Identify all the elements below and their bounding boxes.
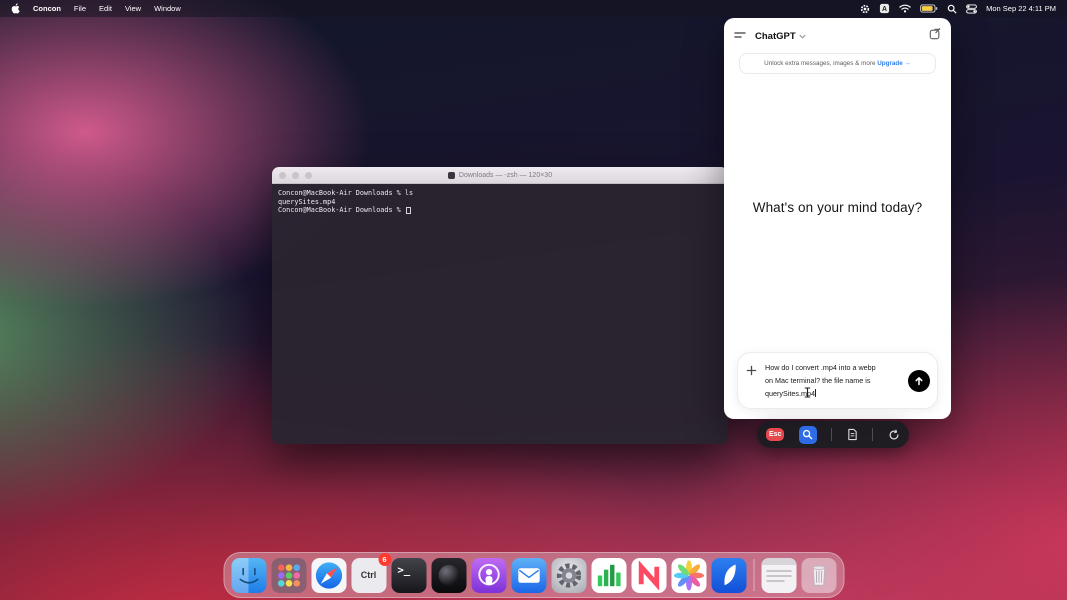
mail-icon xyxy=(511,557,546,593)
dock-item-photos[interactable] xyxy=(670,557,707,594)
desktop: Concon File Edit View Window A Mon Sep 2… xyxy=(0,0,1067,600)
dock-item-minimized-window[interactable] xyxy=(760,557,797,594)
upgrade-banner-text: Unlock extra messages, images & more xyxy=(764,60,876,67)
menu-edit[interactable]: Edit xyxy=(99,4,112,13)
podcasts-icon xyxy=(471,557,506,593)
dock-item-news[interactable] xyxy=(630,557,667,594)
search-icon xyxy=(803,429,813,440)
launchpad-icon xyxy=(271,557,306,593)
dock-item-ctrl-app[interactable]: Ctrl 6 xyxy=(350,552,391,594)
menu-window[interactable]: Window xyxy=(154,4,181,13)
menu-bar: Concon File Edit View Window A Mon Sep 2… xyxy=(0,0,1067,17)
terminal-line: querySites.mp4 xyxy=(278,197,336,206)
toolbar-divider xyxy=(872,428,874,441)
dock-item-launchpad[interactable] xyxy=(270,557,307,594)
dock-separator xyxy=(753,559,754,591)
news-icon xyxy=(631,557,666,593)
dock-item-terminal[interactable]: >_ xyxy=(390,557,427,594)
send-button[interactable] xyxy=(908,369,930,392)
control-center-icon[interactable] xyxy=(966,3,977,14)
dock-item-sphere-app[interactable] xyxy=(430,557,467,594)
menu-view[interactable]: View xyxy=(125,4,141,13)
gear-menu-icon[interactable] xyxy=(860,4,870,14)
document-icon xyxy=(848,428,857,441)
terminal-title: Downloads — -zsh — 120×30 xyxy=(272,171,728,179)
redo-tool-button[interactable] xyxy=(888,429,900,441)
dock-item-drafts[interactable] xyxy=(710,557,747,594)
chatgpt-headline: What's on your mind today? xyxy=(752,200,923,215)
trash-icon xyxy=(801,557,836,593)
dock-item-numbers[interactable] xyxy=(590,557,627,594)
mouse-cursor-ibeam xyxy=(804,385,811,403)
chatgpt-header: ChatGPT xyxy=(724,18,951,49)
gear-icon xyxy=(551,557,586,593)
dock-item-trash[interactable] xyxy=(800,557,837,594)
terminal-prompt-line: Concon@MacBook-Air Downloads % xyxy=(278,206,722,215)
new-chat-icon[interactable] xyxy=(929,27,941,45)
terminal-line: Concon@MacBook-Air Downloads % ls xyxy=(278,189,414,197)
active-app-name[interactable]: Concon xyxy=(33,4,61,13)
dock-item-podcasts[interactable] xyxy=(470,557,507,594)
sphere-app-icon xyxy=(431,557,466,593)
document-tool-button[interactable] xyxy=(847,428,858,441)
chatgpt-panel: ChatGPT Unlock extra messages, images & … xyxy=(724,18,951,419)
terminal-window: Downloads — -zsh — 120×30 Concon@MacBook… xyxy=(272,167,728,444)
upgrade-link[interactable]: Upgrade → xyxy=(877,60,911,67)
notification-badge: 6 xyxy=(378,552,391,566)
terminal-cursor xyxy=(405,206,411,214)
finder-icon xyxy=(231,557,266,593)
capture-toolbar: Esc xyxy=(757,421,909,448)
terminal-proxy-icon xyxy=(447,171,455,179)
menu-bar-clock[interactable]: Mon Sep 22 4:11 PM xyxy=(986,4,1056,13)
sidebar-toggle-icon[interactable] xyxy=(734,27,746,45)
dock-item-finder[interactable] xyxy=(230,557,267,594)
apple-icon[interactable] xyxy=(11,3,20,14)
input-source-icon[interactable]: A xyxy=(879,3,890,14)
photos-pinwheel-icon xyxy=(671,557,706,593)
chatgpt-title: ChatGPT xyxy=(755,30,796,42)
wifi-icon[interactable] xyxy=(899,4,911,13)
dock-item-system-settings[interactable] xyxy=(550,557,587,594)
dock-item-mail[interactable] xyxy=(510,557,547,594)
chat-composer[interactable]: How do I convert .mp4 into a webp on Mac… xyxy=(737,352,938,409)
safari-icon xyxy=(311,557,346,593)
esc-button[interactable]: Esc xyxy=(766,428,785,441)
svg-text:A: A xyxy=(882,6,887,13)
arrow-up-icon xyxy=(915,376,923,385)
attach-plus-icon[interactable] xyxy=(746,363,757,381)
drafts-quill-icon xyxy=(711,557,746,593)
circular-arrow-icon xyxy=(889,429,899,439)
battery-icon[interactable] xyxy=(920,4,938,13)
toolbar-divider xyxy=(831,428,833,441)
chevron-down-icon xyxy=(799,34,806,39)
numbers-chart-icon xyxy=(591,557,626,593)
model-picker[interactable]: ChatGPT xyxy=(755,31,806,42)
search-tool-button[interactable] xyxy=(798,425,817,444)
terminal-app-icon: >_ xyxy=(391,557,426,593)
dock-item-safari[interactable] xyxy=(310,557,347,594)
ctrl-app-label: Ctrl xyxy=(360,570,377,580)
chat-input[interactable]: How do I convert .mp4 into a webp on Mac… xyxy=(765,361,885,400)
terminal-titlebar[interactable]: Downloads — -zsh — 120×30 xyxy=(272,167,728,184)
menu-file[interactable]: File xyxy=(74,4,86,13)
minimized-window-thumbnail xyxy=(761,557,796,593)
upgrade-banner: Unlock extra messages, images & more Upg… xyxy=(739,53,936,74)
svg-text:>_: >_ xyxy=(397,563,410,576)
terminal-content[interactable]: Concon@MacBook-Air Downloads % ls queryS… xyxy=(272,184,728,444)
search-icon[interactable] xyxy=(947,4,957,14)
text-insertion-caret xyxy=(815,389,817,397)
dock: Ctrl 6 >_ xyxy=(223,552,844,598)
